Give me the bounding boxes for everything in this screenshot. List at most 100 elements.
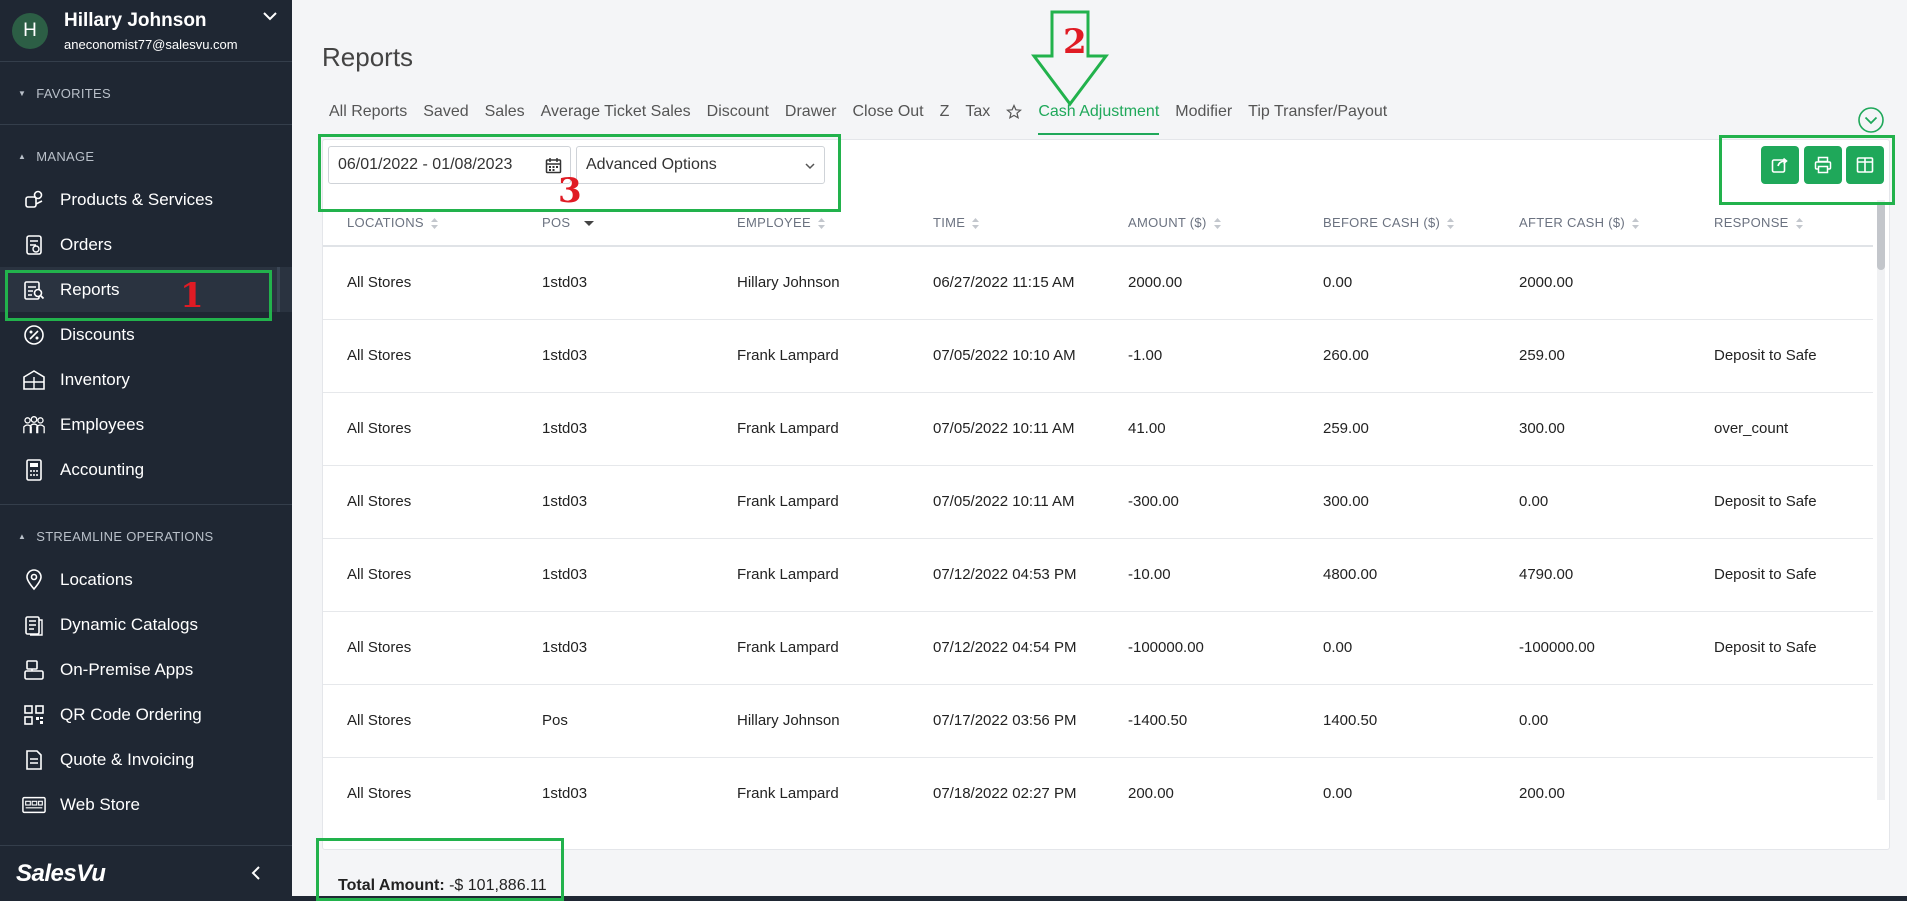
tab-tax[interactable]: Tax [965, 103, 990, 133]
table-row[interactable]: All Stores 1std03 Frank Lampard 07/12/20… [323, 538, 1873, 612]
sidebar-item-on-premise-apps[interactable]: On-Premise Apps [0, 647, 292, 692]
cell-time: 07/05/2022 10:11 AM [909, 392, 1104, 466]
sidebar-item-employees[interactable]: Employees [0, 402, 292, 447]
table-row[interactable]: All Stores Pos Hillary Johnson 07/17/202… [323, 684, 1873, 758]
cell-pos: 1std03 [518, 246, 713, 320]
cell-amount: -10.00 [1104, 538, 1299, 612]
column-header-time[interactable]: TIME [909, 200, 1104, 247]
catalog-icon [22, 613, 46, 637]
tab-close-out[interactable]: Close Out [852, 103, 923, 133]
column-header-response[interactable]: RESPONSE [1690, 200, 1873, 247]
sidebar-item-accounting[interactable]: Accounting [0, 447, 292, 492]
cell-employee: Frank Lampard [713, 757, 909, 800]
sidebar-item-products-services[interactable]: Products & Services [0, 177, 292, 222]
cell-time: 07/18/2022 02:27 PM [909, 757, 1104, 800]
table-row[interactable]: All Stores 1std03 Frank Lampard 07/18/20… [323, 757, 1873, 800]
location-pin-icon [22, 568, 46, 592]
cell-location: All Stores [323, 465, 518, 539]
cell-employee: Frank Lampard [713, 319, 909, 393]
cell-time: 07/12/2022 04:53 PM [909, 538, 1104, 612]
cell-response: Deposit to Safe [1690, 465, 1873, 539]
tab-saved[interactable]: Saved [423, 103, 468, 133]
expand-tabs-icon[interactable] [1857, 106, 1885, 134]
sidebar-item-orders[interactable]: Orders [0, 222, 292, 267]
orders-icon [22, 233, 46, 257]
cell-before-cash: 1400.50 [1299, 684, 1495, 758]
tab-modifier[interactable]: Modifier [1175, 103, 1232, 133]
cell-pos: 1std03 [518, 757, 713, 800]
annotation-number-1: 1 [180, 276, 204, 316]
section-manage[interactable]: ▲ MANAGE [0, 145, 292, 167]
caret-down-icon: ▼ [18, 88, 27, 98]
cell-location: All Stores [323, 319, 518, 393]
annotation-number-3: 3 [558, 171, 582, 211]
cell-before-cash: 260.00 [1299, 319, 1495, 393]
sidebar-item-quote-invoicing[interactable]: Quote & Invoicing [0, 737, 292, 782]
cell-before-cash: 259.00 [1299, 392, 1495, 466]
cell-time: 07/12/2022 04:54 PM [909, 611, 1104, 685]
cell-response: Deposit to Safe [1690, 611, 1873, 685]
table-row[interactable]: All Stores 1std03 Frank Lampard 07/05/20… [323, 465, 1873, 539]
tab-z[interactable]: Z [940, 103, 950, 133]
table-row[interactable]: All Stores 1std03 Hillary Johnson 06/27/… [323, 246, 1873, 320]
sidebar-footer: SalesVu [0, 845, 292, 901]
cell-amount: -1400.50 [1104, 684, 1299, 758]
products-icon [22, 188, 46, 212]
cell-before-cash: 0.00 [1299, 246, 1495, 320]
report-card: 06/01/2022 - 01/08/2023 Advanced Options [322, 139, 1890, 850]
tab-discount[interactable]: Discount [707, 103, 769, 133]
star-icon[interactable] [1006, 104, 1023, 120]
sort-icon [430, 218, 438, 230]
tab-average-ticket-sales[interactable]: Average Ticket Sales [541, 103, 691, 133]
cell-after-cash: 300.00 [1495, 392, 1690, 466]
section-streamline-operations[interactable]: ▲ STREAMLINE OPERATIONS [0, 525, 292, 547]
cell-after-cash: 0.00 [1495, 684, 1690, 758]
cell-location: All Stores [323, 538, 518, 612]
collapse-sidebar-icon[interactable] [246, 863, 266, 883]
cell-pos: 1std03 [518, 392, 713, 466]
cell-pos: 1std03 [518, 611, 713, 685]
table-row[interactable]: All Stores 1std03 Frank Lampard 07/12/20… [323, 611, 1873, 685]
employees-icon [22, 413, 46, 437]
cell-employee: Frank Lampard [713, 465, 909, 539]
cell-amount: -100000.00 [1104, 611, 1299, 685]
cell-employee: Frank Lampard [713, 538, 909, 612]
sidebar-item-web-store[interactable]: Web Store [0, 782, 292, 827]
table-scrollbar-track[interactable] [1877, 200, 1885, 800]
sidebar-item-qr-code-ordering[interactable]: QR Code Ordering [0, 692, 292, 737]
tab-sales[interactable]: Sales [485, 103, 525, 133]
cell-location: All Stores [323, 246, 518, 320]
user-email: aneconomist77@salesvu.com [64, 36, 238, 52]
tab-tip-transfer-payout[interactable]: Tip Transfer/Payout [1248, 103, 1387, 133]
section-favorites[interactable]: ▼ FAVORITES [0, 82, 292, 104]
sidebar-item-inventory[interactable]: Inventory [0, 357, 292, 402]
sidebar-item-locations[interactable]: Locations [0, 557, 292, 602]
table-row[interactable]: All Stores 1std03 Frank Lampard 07/05/20… [323, 319, 1873, 393]
chevron-down-icon[interactable] [260, 6, 280, 26]
cell-before-cash: 0.00 [1299, 757, 1495, 800]
cell-employee: Hillary Johnson [713, 246, 909, 320]
column-header-after-cash[interactable]: AFTER CASH ($) [1495, 200, 1690, 247]
cell-response [1690, 757, 1873, 800]
table-row[interactable]: All Stores 1std03 Frank Lampard 07/05/20… [323, 392, 1873, 466]
tab-all-reports[interactable]: All Reports [329, 103, 407, 133]
cell-after-cash: 4790.00 [1495, 538, 1690, 612]
cell-before-cash: 4800.00 [1299, 538, 1495, 612]
sort-icon [972, 218, 980, 230]
annotation-box-reports [5, 270, 272, 321]
table-scrollbar-thumb[interactable] [1877, 202, 1885, 270]
cell-employee: Frank Lampard [713, 392, 909, 466]
discount-icon [22, 323, 46, 347]
sidebar-item-dynamic-catalogs[interactable]: Dynamic Catalogs [0, 602, 292, 647]
cell-response: over_count [1690, 392, 1873, 466]
annotation-box-actions [1719, 135, 1895, 205]
tab-drawer[interactable]: Drawer [785, 103, 837, 133]
column-header-amount[interactable]: AMOUNT ($) [1104, 200, 1299, 247]
annotation-number-2: 2 [1063, 22, 1087, 62]
column-header-before-cash[interactable]: BEFORE CASH ($) [1299, 200, 1495, 247]
page-title: Reports [322, 42, 414, 72]
sort-icon [1213, 218, 1221, 230]
cell-time: 06/27/2022 11:15 AM [909, 246, 1104, 320]
cell-after-cash: 200.00 [1495, 757, 1690, 800]
user-menu[interactable]: H Hillary Johnson aneconomist77@salesvu.… [0, 0, 292, 62]
